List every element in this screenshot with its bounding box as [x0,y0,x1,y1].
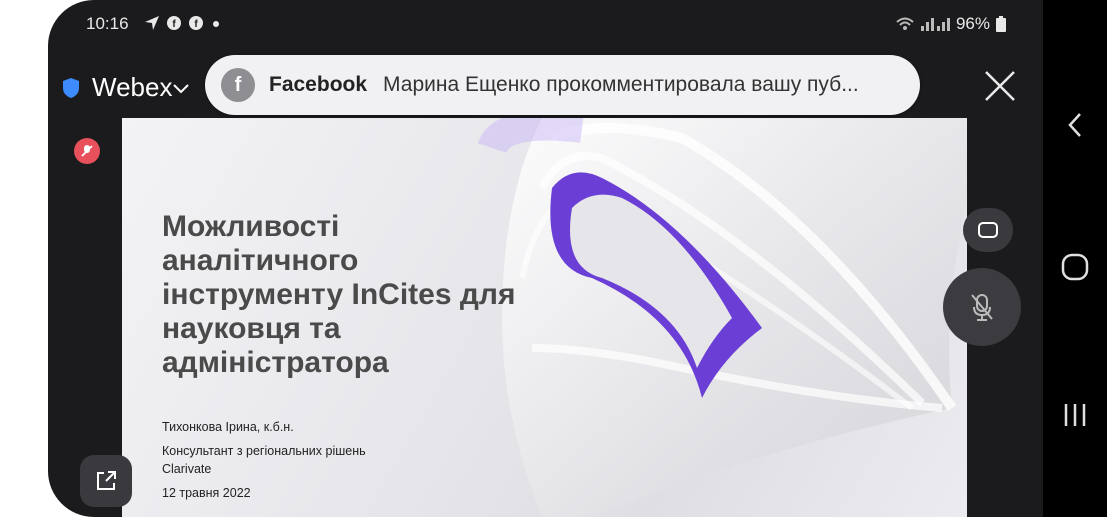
signal-icon [920,18,950,31]
shield-icon [63,77,79,98]
close-button[interactable] [978,64,1022,108]
navigation-icon [145,16,159,30]
mic-off-icon [971,294,993,321]
slide-company: Clarivate [162,462,212,476]
slide-author: Тихонкова Ірина, к.б.н. [162,420,294,434]
back-icon [1068,113,1081,137]
chevron-down-icon [173,83,190,93]
window-mode-button[interactable] [963,208,1013,252]
slide-title: Можливості аналітичного інструменту InCi… [162,210,516,379]
notification-text: Марина Ещенко прокомментировала вашу пуб… [383,73,859,96]
screen: 10:16 f f 96% Webex Можливості аналітичн… [0,0,1107,517]
presentation-slide: Можливості аналітичного інструменту InCi… [122,118,967,517]
webex-app-title[interactable]: Webex [62,72,190,103]
home-button[interactable] [1043,245,1107,289]
notification-app-name: Facebook [269,73,368,96]
home-icon [1061,253,1089,281]
facebook-icon: f [167,16,181,30]
back-button[interactable] [1043,105,1107,145]
slide-date: 12 травня 2022 [162,486,251,500]
battery-icon [996,16,1006,32]
battery-level: 96% [955,14,990,33]
mic-off-icon [81,145,93,157]
share-icon [97,471,116,490]
facebook-icon: f [221,68,255,102]
recents-icon [1064,404,1086,426]
android-navigation-bar [1043,0,1107,517]
mute-toggle-button[interactable] [943,268,1021,346]
muted-status-badge [74,138,100,164]
webex-label: Webex [92,72,173,102]
facebook-notification[interactable]: f Facebook Марина Ещенко прокомментирова… [205,55,920,115]
slide-position: Консультант з регіональних рішень [162,444,366,458]
facebook-icon: f [189,16,203,30]
dot-icon [213,21,219,27]
window-icon [978,222,998,238]
wifi-icon [896,17,914,30]
status-system-icons: 96% [896,14,1006,34]
recents-button[interactable] [1043,395,1107,435]
status-notification-icons: f f [144,15,222,31]
status-bar: 10:16 f f 96% [86,14,1016,38]
status-time: 10:16 [86,14,129,33]
share-button[interactable] [80,455,132,507]
close-icon [985,71,1015,101]
